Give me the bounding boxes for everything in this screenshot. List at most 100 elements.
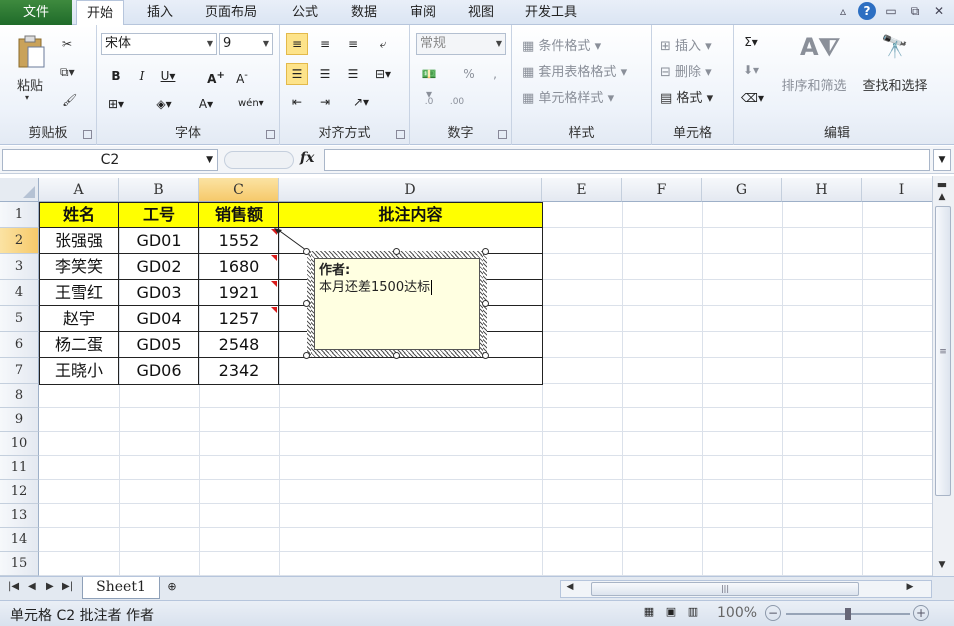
- column-header-h[interactable]: H: [782, 178, 862, 202]
- resize-handle[interactable]: [393, 248, 400, 255]
- comma-style-icon[interactable]: ,: [484, 63, 506, 85]
- align-right-icon[interactable]: ☰: [342, 63, 364, 85]
- last-sheet-icon[interactable]: ▶|: [62, 581, 73, 592]
- expand-formula-bar-icon[interactable]: ▼: [933, 149, 951, 171]
- resize-handle[interactable]: [482, 300, 489, 307]
- horizontal-scroll-thumb[interactable]: |||: [591, 582, 859, 596]
- decrease-indent-icon[interactable]: ⇤: [286, 91, 308, 113]
- phonetic-icon[interactable]: wén▾: [237, 93, 264, 115]
- comment-box[interactable]: 作者: 本月还差1500达标: [307, 251, 487, 357]
- column-header-c[interactable]: C: [199, 178, 279, 202]
- resize-handle[interactable]: [482, 248, 489, 255]
- column-header-a[interactable]: A: [39, 178, 119, 202]
- column-header-g[interactable]: G: [702, 178, 782, 202]
- file-tab[interactable]: 文件: [0, 0, 72, 25]
- number-launcher-icon[interactable]: [498, 130, 507, 139]
- row-header-9[interactable]: 9: [0, 408, 39, 432]
- row-header-14[interactable]: 14: [0, 528, 39, 552]
- formula-bar-resize-handle[interactable]: [224, 151, 294, 169]
- align-top-icon[interactable]: ≡: [286, 33, 308, 55]
- bold-icon[interactable]: B: [105, 65, 127, 87]
- borders-icon[interactable]: ⊞▾: [105, 93, 127, 115]
- zoom-level[interactable]: 100%: [717, 605, 757, 621]
- decrease-decimal-icon[interactable]: .00: [446, 91, 468, 113]
- tab-developer[interactable]: 开发工具: [525, 0, 577, 25]
- resize-handle[interactable]: [303, 300, 310, 307]
- font-size-select[interactable]: 9 ▼: [219, 33, 273, 55]
- tab-review[interactable]: 审阅: [410, 0, 436, 25]
- conditional-format-button[interactable]: ▦ 条件格式 ▾: [522, 35, 601, 54]
- prev-sheet-icon[interactable]: ◀: [28, 581, 36, 592]
- page-layout-view-icon[interactable]: ▣: [662, 605, 680, 621]
- increase-indent-icon[interactable]: ⇥: [314, 91, 336, 113]
- restore-icon[interactable]: ⧉: [906, 2, 924, 20]
- format-painter-icon[interactable]: 🖌: [62, 93, 77, 107]
- format-as-table-button[interactable]: ▦ 套用表格格式 ▾: [522, 61, 627, 80]
- zoom-slider-knob[interactable]: [845, 608, 851, 620]
- scroll-up-icon[interactable]: ▲: [933, 192, 951, 202]
- resize-handle[interactable]: [303, 248, 310, 255]
- font-launcher-icon[interactable]: [266, 130, 275, 139]
- sheet-tab-sheet1[interactable]: Sheet1: [82, 577, 160, 599]
- select-all-button[interactable]: [0, 178, 39, 202]
- cell-styles-button[interactable]: ▦ 单元格样式 ▾: [522, 87, 614, 106]
- row-header-7[interactable]: 7: [0, 358, 39, 384]
- scroll-right-icon[interactable]: ▶: [901, 582, 919, 592]
- fill-icon[interactable]: ⬇▾: [740, 59, 762, 81]
- align-left-icon[interactable]: ☰: [286, 63, 308, 85]
- percent-icon[interactable]: %: [458, 63, 480, 85]
- font-name-select[interactable]: 宋体 ▼: [101, 33, 217, 55]
- tab-view[interactable]: 视图: [468, 0, 494, 25]
- vertical-scroll-thumb[interactable]: ≡: [935, 206, 951, 496]
- row-header-8[interactable]: 8: [0, 384, 39, 408]
- alignment-launcher-icon[interactable]: [396, 130, 405, 139]
- grow-font-icon[interactable]: A+: [205, 65, 227, 87]
- help-icon[interactable]: ?: [858, 2, 876, 20]
- delete-cells-button[interactable]: ⊟ 删除 ▾: [660, 61, 712, 80]
- next-sheet-icon[interactable]: ▶: [46, 581, 54, 592]
- sort-filter-icon[interactable]: A⧨: [800, 33, 840, 61]
- first-sheet-icon[interactable]: |◀: [8, 581, 19, 592]
- insert-cells-button[interactable]: ⊞ 插入 ▾: [660, 35, 712, 54]
- tab-home[interactable]: 开始: [76, 0, 125, 26]
- column-header-f[interactable]: F: [622, 178, 702, 202]
- name-box[interactable]: C2 ▼: [2, 149, 218, 171]
- row-header-12[interactable]: 12: [0, 480, 39, 504]
- zoom-out-icon[interactable]: −: [765, 605, 781, 621]
- number-format-select[interactable]: 常规 ▼: [416, 33, 506, 55]
- column-header-i[interactable]: I: [862, 178, 932, 202]
- row-header-3[interactable]: 3: [0, 254, 39, 280]
- font-color-icon[interactable]: A▾: [195, 93, 217, 115]
- align-center-icon[interactable]: ☰: [314, 63, 336, 85]
- orientation-icon[interactable]: ↗▾: [350, 91, 372, 113]
- close-icon[interactable]: ✕: [930, 2, 948, 20]
- copy-icon[interactable]: ⧉▾: [60, 65, 75, 80]
- split-handle[interactable]: ▬: [933, 178, 951, 191]
- row-header-4[interactable]: 4: [0, 280, 39, 306]
- tab-formulas[interactable]: 公式: [292, 0, 318, 25]
- scroll-left-icon[interactable]: ◀: [561, 582, 579, 592]
- autosum-icon[interactable]: Σ▾: [740, 31, 762, 53]
- column-header-d[interactable]: D: [279, 178, 542, 202]
- horizontal-scrollbar[interactable]: ◀ ||| ▶: [560, 580, 932, 598]
- cut-icon[interactable]: ✂: [62, 37, 72, 51]
- row-header-6[interactable]: 6: [0, 332, 39, 358]
- align-bottom-icon[interactable]: ≡: [342, 33, 364, 55]
- tab-insert[interactable]: 插入: [147, 0, 173, 25]
- zoom-in-icon[interactable]: +: [913, 605, 929, 621]
- column-header-e[interactable]: E: [542, 178, 622, 202]
- scroll-down-icon[interactable]: ▼: [933, 560, 951, 570]
- insert-function-icon[interactable]: fx: [300, 150, 314, 166]
- currency-icon[interactable]: 💵▾: [418, 63, 440, 101]
- tab-data[interactable]: 数据: [351, 0, 377, 25]
- row-header-15[interactable]: 15: [0, 552, 39, 576]
- find-select-button[interactable]: 查找和选择: [856, 75, 934, 94]
- wrap-text-icon[interactable]: ⤶: [372, 33, 394, 55]
- merge-center-icon[interactable]: ⊟▾: [372, 63, 394, 85]
- zoom-slider[interactable]: [786, 608, 910, 620]
- worksheet-grid[interactable]: A B C D E F G H I 1 2 3 4 5 6 7 8 9 10 1…: [0, 178, 932, 576]
- paste-icon[interactable]: [14, 35, 48, 71]
- clear-icon[interactable]: ⌫▾: [740, 87, 764, 109]
- column-header-b[interactable]: B: [119, 178, 199, 202]
- resize-handle[interactable]: [303, 352, 310, 359]
